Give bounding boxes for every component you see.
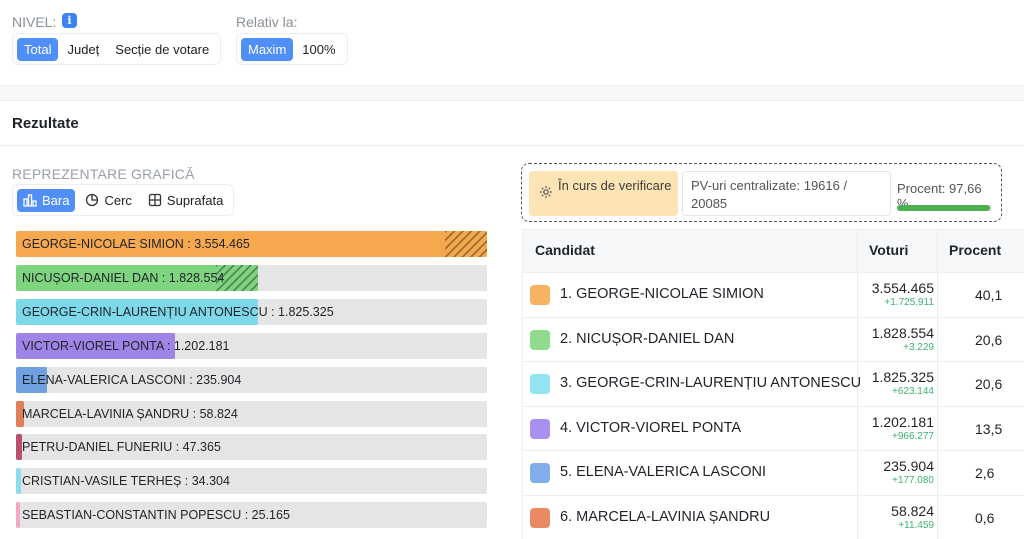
percent-progress-fill <box>897 205 990 211</box>
candidate-percent: 20,6 <box>975 376 1003 392</box>
candidate-votes: 58.824 <box>891 502 934 519</box>
nivel-option-sectie[interactable]: Secție de votare <box>108 38 216 61</box>
bar-row[interactable]: SEBASTIAN-CONSTANTIN POPESCU : 25.165 <box>16 502 487 529</box>
bar-row[interactable]: CRISTIAN-VASILE TERHEȘ : 34.304 <box>16 468 487 495</box>
candidate-name: 1. GEORGE-NICOLAE SIMION <box>560 286 764 302</box>
bar-row[interactable]: PETRU-DANIEL FUNERIU : 47.365 <box>16 434 487 461</box>
tab-cerc[interactable]: Cerc <box>79 189 137 212</box>
info-icon[interactable]: i <box>62 13 77 28</box>
verification-badge: În curs de verificare <box>529 171 678 216</box>
tab-bara-label: Bara <box>42 192 70 208</box>
header-candidat[interactable]: Candidat <box>535 242 595 258</box>
table-row[interactable]: 5. ELENA-VALERICA LASCONI 235.904 +177.080… <box>523 450 1024 495</box>
results-section: Rezultate REPREZENTARE GRAFICĂ Bara Cerc… <box>0 100 1024 539</box>
bar-row[interactable]: GEORGE-CRIN-LAURENȚIU ANTONESCU : 1.825.… <box>16 298 487 325</box>
verification-text: În curs de verificare <box>558 178 672 193</box>
candidate-votes-delta: +11.459 <box>898 519 934 531</box>
candidate-percent: 20,6 <box>975 331 1003 348</box>
chart-type-tabs: Bara Cerc Suprafata <box>12 184 235 216</box>
candidate-percent: 40,1 <box>975 287 1003 303</box>
table-header: Candidat Voturi Procent <box>523 230 1024 272</box>
table-row[interactable]: 1. GEORGE-NICOLAE SIMION 3.554.465 +1.725.… <box>523 272 1024 317</box>
bar <box>16 502 20 529</box>
nivel-selector: Total Județ Secție de votare <box>12 33 222 65</box>
bar-label: ELENA-VALERICA LASCONI : 235.904 <box>22 372 242 387</box>
bar-chart-icon <box>23 194 37 207</box>
bar <box>16 468 21 495</box>
candidate-name: 2. NICUȘOR-DANIEL DAN <box>560 330 735 347</box>
candidate-color-swatch <box>530 329 550 350</box>
bar-hatch <box>445 231 487 257</box>
results-title: Rezultate <box>12 115 79 132</box>
tab-suprafata[interactable]: Suprafata <box>142 189 229 212</box>
table-row[interactable]: 6. MARCELA-LAVINIA ȘANDRU 58.824 +11.459 0,… <box>523 494 1024 539</box>
candidate-votes: 1.825.325 <box>871 369 934 385</box>
relativ-label: Relativ la: <box>236 14 298 30</box>
candidate-color-swatch <box>530 463 550 483</box>
bar-label: GEORGE-NICOLAE SIMION : 3.554.465 <box>22 237 250 251</box>
bar-label: SEBASTIAN-CONSTANTIN POPESCU : 25.165 <box>22 508 290 523</box>
bar-row[interactable]: MARCELA-LAVINIA ȘANDRU : 58.824 <box>16 400 487 427</box>
candidate-name: 4. VICTOR-VIOREL PONTA <box>560 419 742 436</box>
bar-label: VICTOR-VIOREL PONTA : 1.202.181 <box>22 338 230 353</box>
relativ-selector: Maxim 100% <box>236 33 348 65</box>
pie-chart-icon <box>86 193 99 207</box>
bar-label: NICUȘOR-DANIEL DAN : 1.828.554 <box>22 270 225 285</box>
tab-cerc-label: Cerc <box>104 192 132 208</box>
candidate-name: 3. GEORGE-CRIN-LAURENȚIU ANTONESCU <box>560 375 862 391</box>
nivel-option-total[interactable]: Total <box>17 37 59 61</box>
candidate-name: 5. ELENA-VALERICA LASCONI <box>560 464 767 480</box>
bar-row[interactable]: VICTOR-VIOREL PONTA : 1.202.181 <box>16 332 487 359</box>
percent-progress <box>897 205 992 211</box>
tab-suprafata-label: Suprafata <box>166 192 224 208</box>
tab-bara[interactable]: Bara <box>17 188 76 212</box>
relativ-option-100[interactable]: 100% <box>295 38 342 61</box>
candidate-votes-delta: +177.080 <box>892 475 934 486</box>
bar-row[interactable]: NICUȘOR-DANIEL DAN : 1.828.554 <box>16 264 487 291</box>
bar-label: GEORGE-CRIN-LAURENȚIU ANTONESCU : 1.825.… <box>22 304 334 319</box>
gear-icon <box>540 186 552 198</box>
bar-row[interactable]: GEORGE-NICOLAE SIMION : 3.554.465 <box>16 231 487 257</box>
candidate-color-swatch <box>530 418 550 439</box>
candidate-votes-delta: +1.725.911 <box>884 297 934 308</box>
candidate-votes-delta: +966.277 <box>892 430 934 442</box>
bar-row[interactable]: ELENA-VALERICA LASCONI : 235.904 <box>16 366 487 393</box>
candidate-percent: 0,6 <box>975 509 995 526</box>
header-voturi[interactable]: Voturi <box>869 242 908 258</box>
nivel-label: NIVEL: <box>12 14 57 30</box>
candidate-votes: 1.828.554 <box>871 324 934 341</box>
candidate-percent: 2,6 <box>975 465 995 481</box>
bar-label: MARCELA-LAVINIA ȘANDRU : 58.824 <box>22 406 238 421</box>
area-grid-icon <box>148 193 162 207</box>
candidate-name: 6. MARCELA-LAVINIA ȘANDRU <box>560 508 771 525</box>
candidate-votes: 1.202.181 <box>871 413 934 430</box>
candidate-percent: 13,5 <box>975 420 1003 437</box>
candidate-votes: 235.904 <box>883 458 934 474</box>
percent-box: Procent: 97,66 % <box>895 171 997 216</box>
results-table: Candidat Voturi Procent 1. GEORGE-NICOLA… <box>522 229 1024 539</box>
relativ-option-maxim[interactable]: Maxim <box>241 37 294 61</box>
table-row[interactable]: 3. GEORGE-CRIN-LAURENȚIU ANTONESCU 1.825.… <box>523 361 1024 406</box>
nivel-option-judet[interactable]: Județ <box>60 38 106 61</box>
table-row[interactable]: 4. VICTOR-VIOREL PONTA 1.202.181 +966.277 1… <box>523 405 1024 451</box>
candidate-color-swatch <box>530 285 550 305</box>
candidate-votes-delta: +3.229 <box>903 341 934 353</box>
candidate-color-swatch <box>530 507 550 528</box>
status-box: În curs de verificare PV-uri centralizat… <box>521 163 1002 222</box>
table-row[interactable]: 2. NICUȘOR-DANIEL DAN 1.828.554 +3.229 20,6 <box>523 316 1024 362</box>
header-procent[interactable]: Procent <box>949 242 1001 258</box>
bar-label: CRISTIAN-VASILE TERHEȘ : 34.304 <box>22 474 230 489</box>
representation-label: REPREZENTARE GRAFICĂ <box>12 166 195 182</box>
bar-label: PETRU-DANIEL FUNERIU : 47.365 <box>22 440 221 455</box>
candidate-color-swatch <box>530 374 550 394</box>
candidate-votes: 3.554.465 <box>871 280 934 296</box>
candidate-votes-delta: +623.144 <box>892 386 934 397</box>
filters-card: NIVEL: i Total Județ Secție de votare Re… <box>0 0 1024 86</box>
divider <box>0 145 1024 146</box>
pv-count: PV-uri centralizate: 19616 / 20085 <box>682 171 891 216</box>
